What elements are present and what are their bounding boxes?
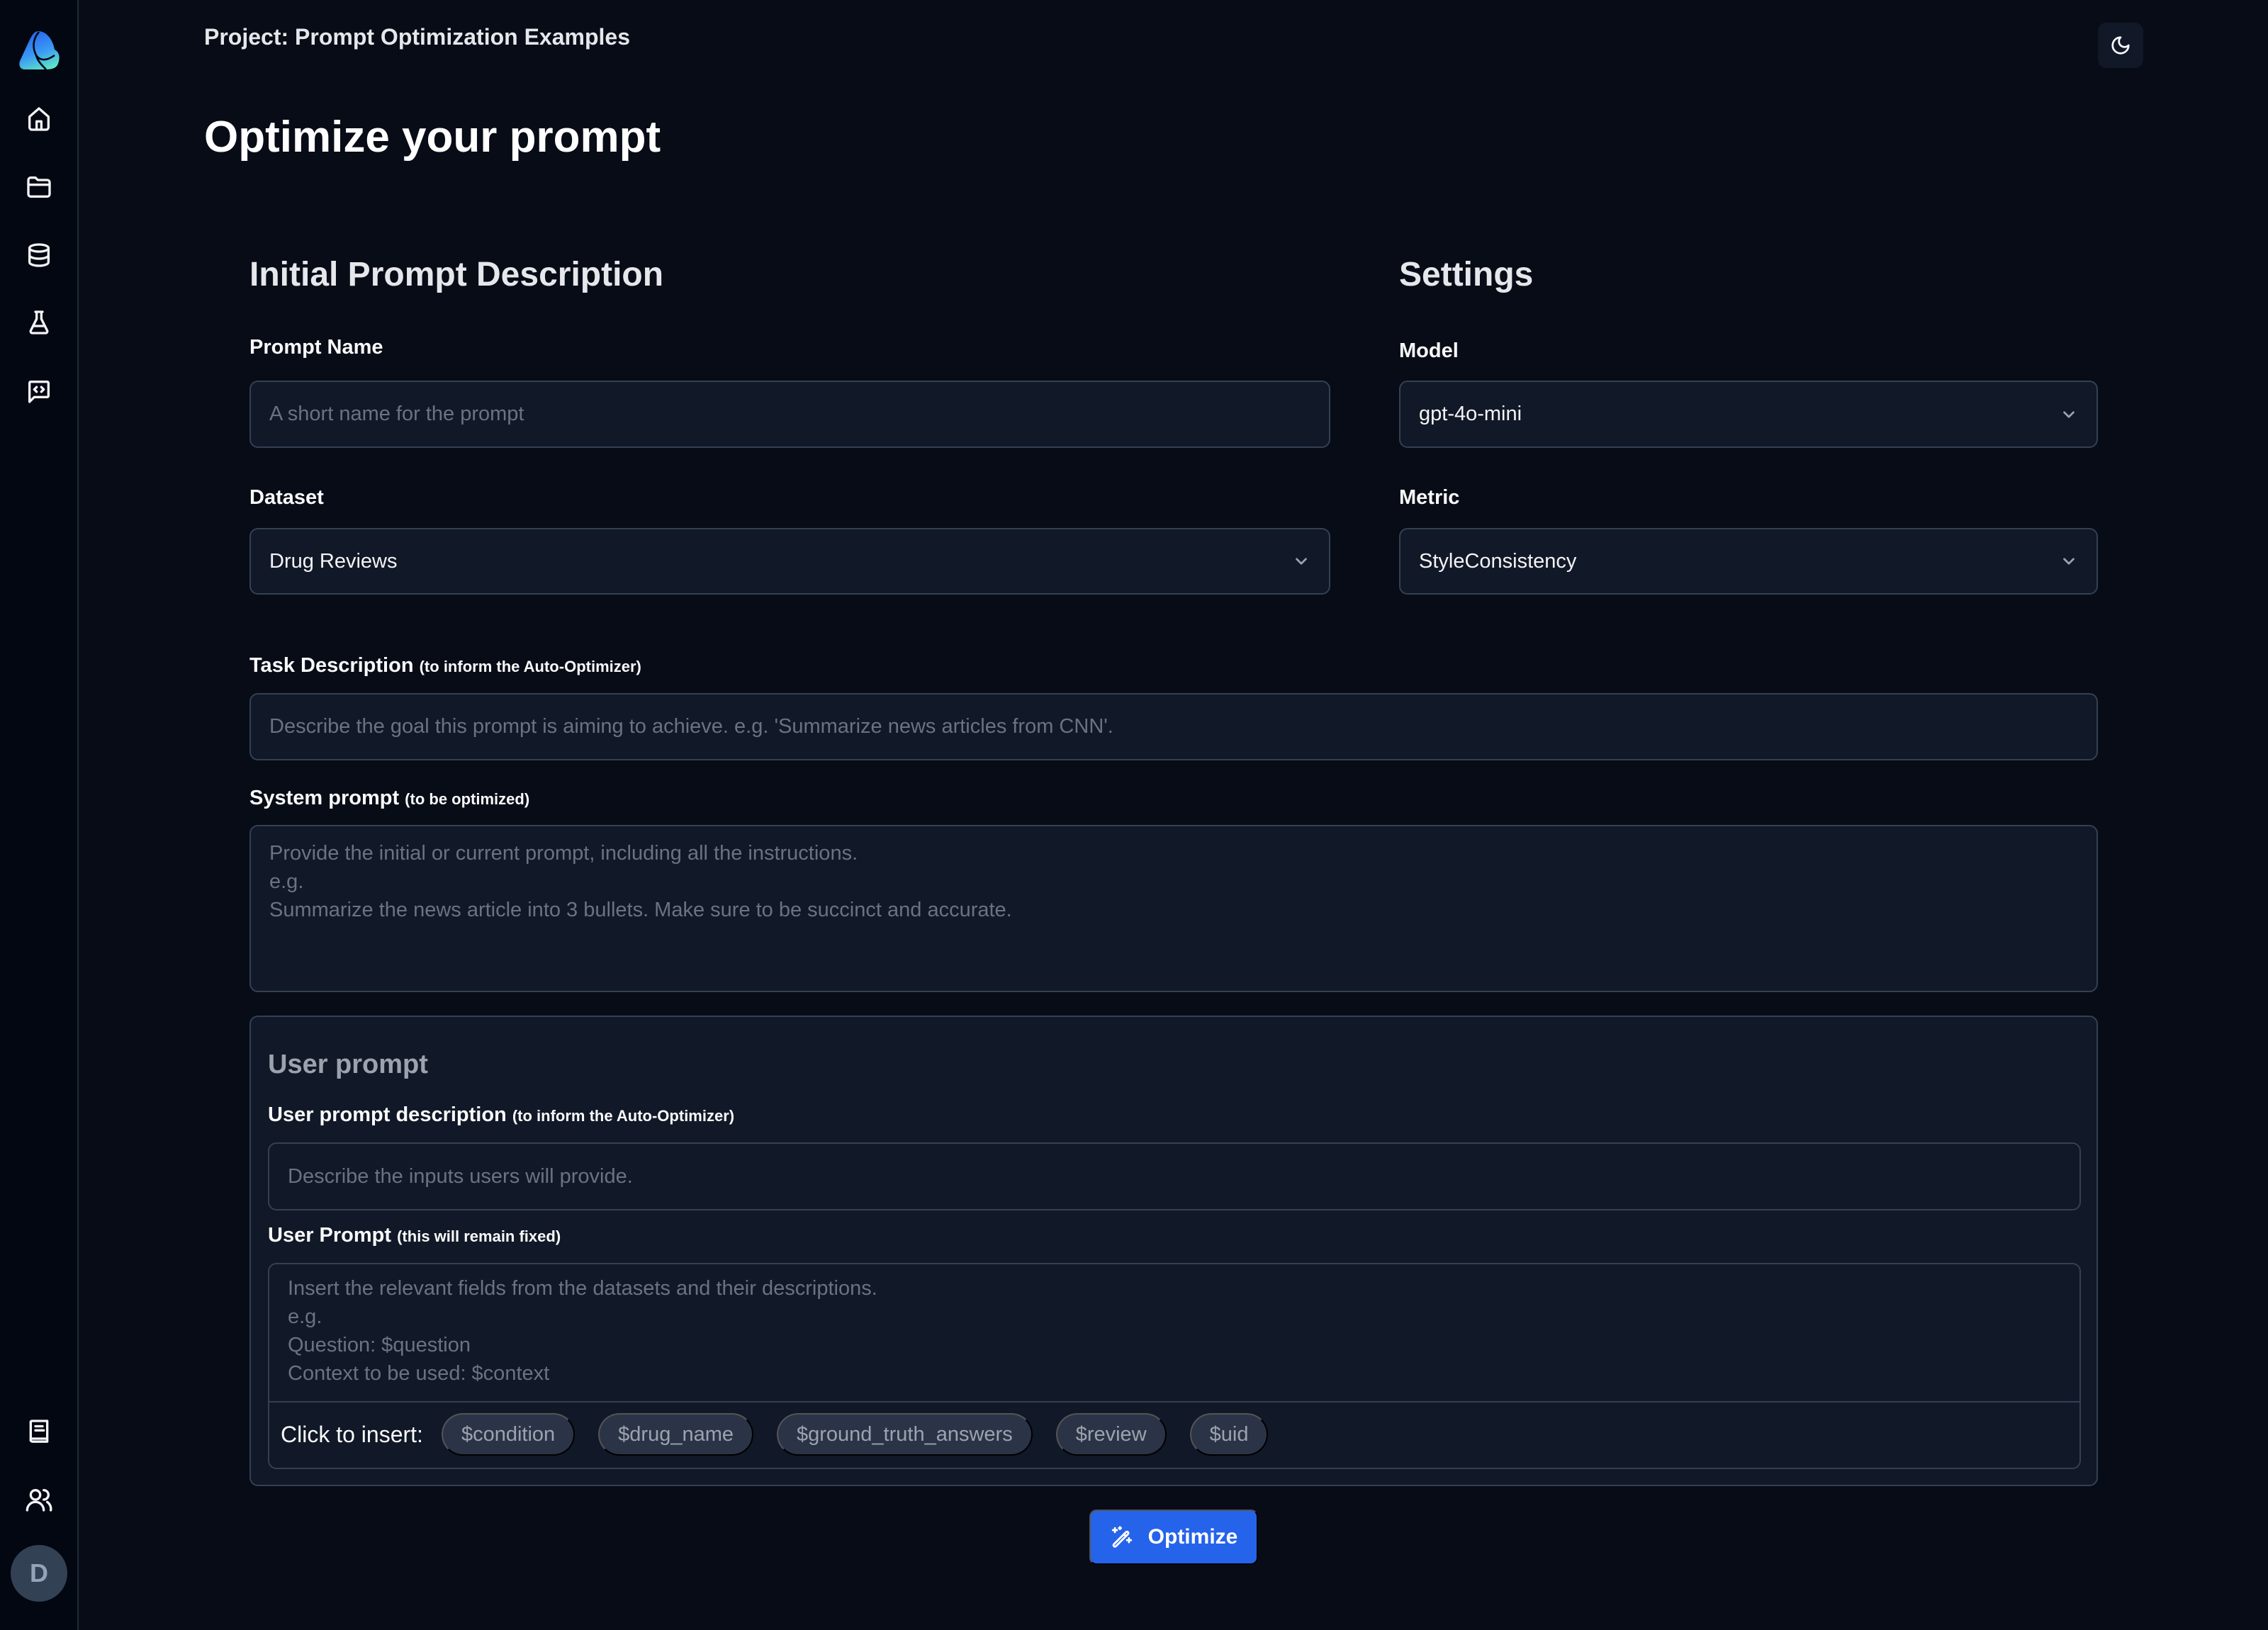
user-prompt-placeholder: Insert the relevant fields from the data… [288,1277,877,1385]
metric-selected-value: StyleConsistency [1419,549,1577,573]
task-description-label: Task Description (to inform the Auto-Opt… [249,654,641,678]
logo-icon[interactable] [18,28,62,72]
model-selected-value: gpt-4o-mini [1419,403,1522,425]
folder-icon [27,176,51,198]
user-prompt-card-title: User prompt [268,1050,428,1079]
dataset-label: Dataset [249,486,324,509]
sidebar-item-team[interactable] [22,1483,56,1517]
variable-chip-ground-truth-answers[interactable]: $ground_truth_answers [777,1413,1033,1456]
chevron-down-icon [1296,558,1307,565]
metric-label: Metric [1399,486,1460,509]
user-prompt-textarea[interactable]: Insert the relevant fields from the data… [268,1263,2081,1403]
magic-wand-icon [1111,1526,1132,1548]
message-code-icon [28,381,50,403]
chevron-down-icon [2063,558,2075,565]
system-prompt-label-text: System prompt [249,787,400,809]
variable-insert-bar: Click to insert: $condition $drug_name $… [268,1401,2081,1469]
system-prompt-hint: (to be optimized) [405,790,530,808]
variable-chip-condition[interactable]: $condition [441,1413,576,1456]
task-description-label-text: Task Description [249,654,414,677]
system-prompt-placeholder: Provide the initial or current prompt, i… [269,842,1012,921]
home-icon [28,107,50,131]
chevron-down-icon [2063,410,2075,418]
flask-icon [29,310,49,335]
dataset-select[interactable]: Drug Reviews [249,528,1330,595]
user-prompt-description-placeholder: Describe the inputs users will provide. [288,1164,633,1188]
sidebar-item-docs[interactable] [22,1415,56,1449]
sidebar-item-experiments[interactable] [22,305,56,339]
user-prompt-description-input[interactable]: Describe the inputs users will provide. [268,1142,2081,1210]
sidebar-item-projects[interactable] [22,170,56,204]
variable-chip-uid[interactable]: $uid [1189,1413,1269,1456]
user-prompt-description-label-text: User prompt description [268,1103,507,1126]
users-icon [26,1489,52,1512]
variable-chip-review[interactable]: $review [1055,1413,1167,1456]
user-prompt-description-hint: (to inform the Auto-Optimizer) [512,1107,735,1125]
sidebar-item-prompts[interactable] [22,374,56,408]
system-prompt-label: System prompt (to be optimized) [249,787,529,810]
optimize-label: Optimize [1147,1525,1238,1548]
database-icon [28,243,50,267]
moon-icon [2111,36,2130,55]
prompt-name-label: Prompt Name [249,336,383,359]
variable-chip-drug-name[interactable]: $drug_name [598,1413,753,1456]
avatar-initial: D [30,1558,48,1587]
sidebar-item-home[interactable] [22,102,56,136]
task-description-placeholder: Describe the goal this prompt is aiming … [269,715,1113,738]
book-icon [29,1420,49,1443]
task-description-hint: (to inform the Auto-Optimizer) [419,658,641,675]
theme-toggle-button[interactable] [2098,23,2143,68]
settings-section-title: Settings [1399,256,1534,293]
dataset-selected-value: Drug Reviews [269,549,398,573]
prompt-name-placeholder: A short name for the prompt [269,403,524,425]
model-label: Model [1399,339,1459,362]
user-prompt-label: User Prompt (this will remain fixed) [268,1224,561,1247]
sidebar-item-datasets[interactable] [22,238,56,272]
insert-label: Click to insert: [281,1421,423,1447]
optimize-button[interactable]: Optimize [1089,1510,1258,1565]
user-prompt-description-label: User prompt description (to inform the A… [268,1103,734,1127]
prompt-name-input[interactable]: A short name for the prompt [249,381,1330,448]
user-prompt-hint: (this will remain fixed) [397,1227,561,1245]
avatar[interactable]: D [11,1545,67,1602]
user-prompt-card: User prompt User prompt description (to … [249,1016,2098,1486]
initial-prompt-section-title: Initial Prompt Description [249,256,664,293]
user-prompt-label-text: User Prompt [268,1224,392,1247]
task-description-input[interactable]: Describe the goal this prompt is aiming … [249,693,2098,760]
metric-select[interactable]: StyleConsistency [1399,528,2098,595]
system-prompt-textarea[interactable]: Provide the initial or current prompt, i… [249,825,2098,992]
model-select[interactable]: gpt-4o-mini [1399,381,2098,448]
page-title: Optimize your prompt [204,113,661,162]
project-title: Project: Prompt Optimization Examples [204,24,630,50]
sidebar: D [0,0,79,1630]
